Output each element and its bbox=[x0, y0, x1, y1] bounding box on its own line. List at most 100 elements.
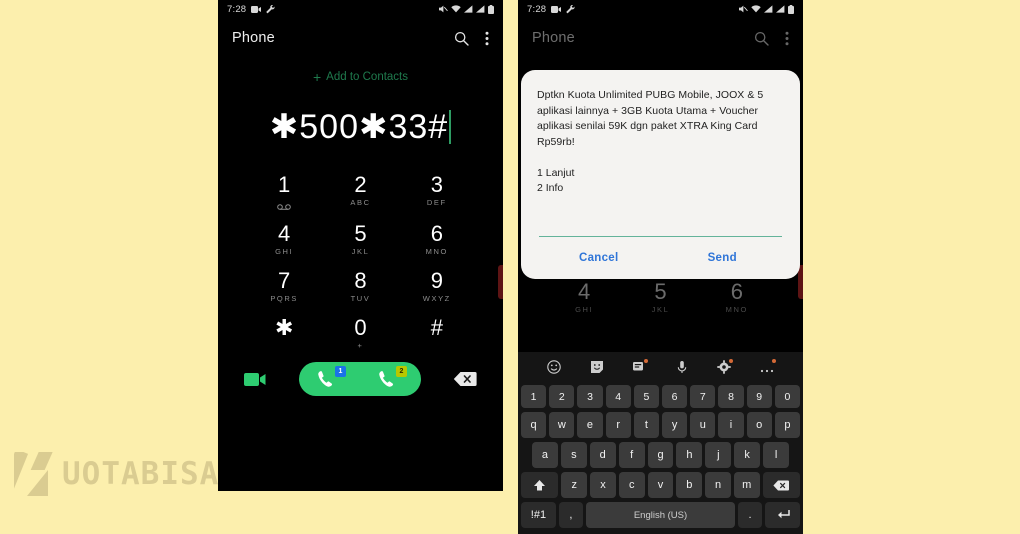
keyboard-key-v[interactable]: v bbox=[647, 472, 674, 498]
keyboard-toolbar bbox=[521, 357, 800, 381]
keyboard-key-m[interactable]: m bbox=[733, 472, 760, 498]
call-button-sim1[interactable]: 1 bbox=[309, 362, 349, 396]
microphone-icon[interactable] bbox=[675, 360, 689, 379]
shift-up-icon[interactable] bbox=[521, 472, 559, 498]
keyboard-key-5[interactable]: 5 bbox=[633, 385, 659, 408]
keyboard-key-i[interactable]: i bbox=[718, 412, 744, 438]
keyboard-key-x[interactable]: x bbox=[590, 472, 616, 498]
keypad-key-0[interactable]: 0 + bbox=[322, 309, 398, 356]
keypad-key-8[interactable]: 8 TUV bbox=[322, 262, 398, 309]
keyboard-key-d[interactable]: d bbox=[589, 442, 616, 468]
voicemail-icon bbox=[246, 204, 322, 210]
more-vertical-icon[interactable] bbox=[785, 31, 789, 46]
keyboard-key-q[interactable]: q bbox=[520, 412, 547, 438]
keyboard-key-e[interactable]: e bbox=[577, 412, 603, 438]
power-button[interactable] bbox=[498, 265, 503, 299]
keypad-key-6[interactable]: 6 MNO bbox=[699, 273, 775, 320]
plus-icon: + bbox=[312, 69, 322, 85]
ussd-option-1: 1 Lanjut bbox=[537, 167, 575, 179]
symbols-key[interactable]: !#1 bbox=[521, 502, 556, 528]
search-icon[interactable] bbox=[754, 31, 769, 46]
keyboard-key-n[interactable]: n bbox=[705, 472, 731, 498]
backspace-icon[interactable] bbox=[453, 371, 477, 387]
keyboard-key-a[interactable]: a bbox=[532, 442, 558, 468]
keypad-row: 7 PQRS 8 TUV 9 WXYZ bbox=[246, 262, 475, 309]
keyboard-key-g[interactable]: g bbox=[647, 442, 674, 468]
keyboard-key-2[interactable]: 2 bbox=[549, 385, 575, 408]
ussd-options: 1 Lanjut 2 Info bbox=[537, 166, 784, 196]
more-vertical-icon[interactable] bbox=[485, 31, 489, 46]
keyboard-key-4[interactable]: 4 bbox=[605, 385, 631, 408]
send-button[interactable]: Send bbox=[661, 252, 785, 264]
keypad-key-9[interactable]: 9 WXYZ bbox=[399, 262, 475, 309]
space-key[interactable]: English (US) bbox=[585, 502, 736, 528]
keypad-key-6[interactable]: 6 MNO bbox=[399, 215, 475, 262]
keyboard-key-3[interactable]: 3 bbox=[577, 385, 603, 408]
period-key[interactable]: . bbox=[738, 502, 763, 528]
search-icon[interactable] bbox=[454, 31, 469, 46]
keypad-key-1[interactable]: 1 bbox=[246, 166, 322, 215]
keyboard-key-b[interactable]: b bbox=[676, 472, 703, 498]
status-bar: 7:28 bbox=[218, 0, 503, 18]
keypad-letters: TUV bbox=[350, 294, 371, 303]
keypad-key-2[interactable]: 2 ABC bbox=[322, 166, 398, 215]
text-caret bbox=[449, 110, 452, 144]
keypad-key-hash[interactable]: # bbox=[399, 309, 475, 356]
video-call-icon[interactable] bbox=[244, 372, 266, 386]
keyboard-row-2: asdfghjkl bbox=[521, 442, 800, 468]
keypad-digit: # bbox=[430, 315, 443, 340]
keypad-letters: JKL bbox=[351, 247, 370, 256]
ussd-message: Dptkn Kuota Unlimited PUBG Mobile, JOOX … bbox=[537, 89, 764, 148]
keypad-digit: 4 bbox=[578, 279, 591, 304]
cancel-button[interactable]: Cancel bbox=[537, 252, 661, 264]
keyboard-key-r[interactable]: r bbox=[605, 412, 631, 438]
ussd-reply-input[interactable] bbox=[539, 214, 782, 237]
keyboard-key-8[interactable]: 8 bbox=[718, 385, 744, 408]
keypad-key-4[interactable]: 4 GHI bbox=[546, 273, 622, 320]
gif-clipboard-icon[interactable] bbox=[632, 358, 649, 379]
keyboard-key-6[interactable]: 6 bbox=[662, 385, 688, 408]
keyboard-key-t[interactable]: t bbox=[633, 412, 659, 438]
enter-return-icon[interactable] bbox=[765, 502, 800, 528]
keypad-letters: GHI bbox=[575, 305, 594, 314]
phone-screenshot-left: 7:28 Phone + Add to Contacts ✱500✱33# 1 bbox=[218, 0, 503, 491]
keypad-key-star[interactable]: ✱ bbox=[246, 309, 322, 356]
keyboard-key-u[interactable]: u bbox=[690, 412, 716, 438]
comma-key[interactable]: , bbox=[558, 502, 583, 528]
page-title: Phone bbox=[232, 30, 275, 46]
dial-keypad: 1 2 ABC 3 DEF 4 GHI 5 JKL 6 MNO 7 PQRS 8… bbox=[218, 166, 503, 356]
keypad-key-3[interactable]: 3 DEF bbox=[399, 166, 475, 215]
keyboard-key-1[interactable]: 1 bbox=[520, 385, 547, 408]
keyboard-key-y[interactable]: y bbox=[662, 412, 688, 438]
keyboard-key-l[interactable]: l bbox=[763, 442, 790, 468]
signal-1-icon bbox=[764, 5, 773, 13]
phone-screenshot-right: 7:28 Phone 1 2 ABC bbox=[518, 0, 803, 534]
keypad-key-7[interactable]: 7 PQRS bbox=[246, 262, 322, 309]
keyboard-key-p[interactable]: p bbox=[774, 412, 801, 438]
keyboard-key-9[interactable]: 9 bbox=[746, 385, 772, 408]
keyboard-key-o[interactable]: o bbox=[746, 412, 772, 438]
keyboard-key-w[interactable]: w bbox=[549, 412, 575, 438]
emoji-icon[interactable] bbox=[547, 359, 561, 379]
keyboard-key-k[interactable]: k bbox=[734, 442, 761, 468]
dialed-number-display[interactable]: ✱500✱33# bbox=[218, 88, 503, 166]
keyboard-key-c[interactable]: c bbox=[618, 472, 645, 498]
settings-gear-icon[interactable] bbox=[717, 358, 734, 379]
keyboard-key-s[interactable]: s bbox=[560, 442, 587, 468]
keypad-key-5[interactable]: 5 JKL bbox=[322, 215, 398, 262]
ussd-option-2: 2 Info bbox=[537, 182, 564, 194]
add-to-contacts-button[interactable]: + Add to Contacts bbox=[218, 58, 503, 88]
keyboard-key-z[interactable]: z bbox=[561, 472, 588, 498]
more-horizontal-icon[interactable] bbox=[760, 359, 776, 378]
keyboard-key-0[interactable]: 0 bbox=[774, 385, 801, 408]
keyboard-key-j[interactable]: j bbox=[705, 442, 732, 468]
dialed-number-text: ✱500✱33# bbox=[269, 108, 449, 146]
keyboard-key-7[interactable]: 7 bbox=[690, 385, 716, 408]
keypad-key-5[interactable]: 5 JKL bbox=[622, 273, 698, 320]
keypad-key-4[interactable]: 4 GHI bbox=[246, 215, 322, 262]
keyboard-key-h[interactable]: h bbox=[676, 442, 703, 468]
call-button-sim2[interactable]: 2 bbox=[370, 362, 410, 396]
backspace-icon[interactable] bbox=[762, 472, 800, 498]
keyboard-key-f[interactable]: f bbox=[618, 442, 645, 468]
sticker-icon[interactable] bbox=[590, 360, 604, 379]
